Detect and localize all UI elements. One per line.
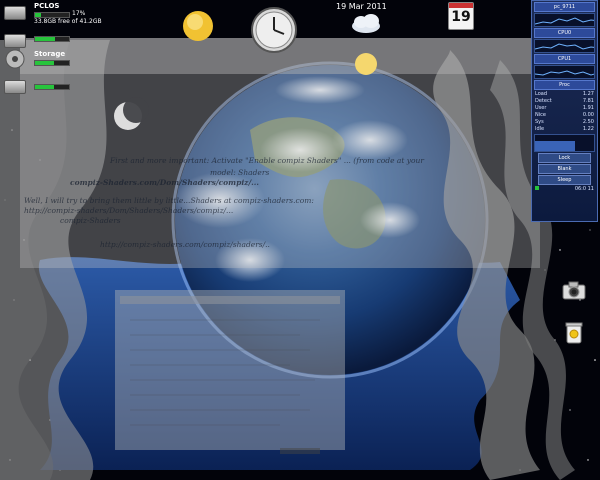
sysmon-title: pc_9711 xyxy=(534,2,595,12)
cpu-graph xyxy=(534,13,595,27)
disk-usage-bar xyxy=(34,36,70,42)
disk-monitor: PCLOS 17% 33.8GB free of 41.2GB xyxy=(4,2,134,28)
clock-icon[interactable] xyxy=(250,6,298,54)
memory-graph xyxy=(534,134,595,152)
document-link[interactable]: compiz-Shaders.com/Dom/Shaders/compiz/..… xyxy=(70,178,259,187)
sysmon-row: Load 1.27 xyxy=(535,91,594,97)
disk-usage-bar xyxy=(34,84,70,90)
disk-monitor: Storage xyxy=(4,48,134,74)
sun-weather-icon[interactable] xyxy=(178,6,218,46)
sleep-button[interactable]: Sleep xyxy=(538,175,591,185)
disk-usage-percent: 17% xyxy=(72,10,86,17)
harddisk-icon xyxy=(4,6,26,20)
cloud-weather-icon[interactable] xyxy=(348,12,384,36)
sysmon-footer: 06:0 11 xyxy=(532,186,597,193)
disk-usage-bar-fill xyxy=(35,37,56,41)
disk-usage-bar-fill xyxy=(35,61,54,65)
status-indicator xyxy=(535,186,539,190)
document-link[interactable]: http://compiz-shaders.com/compiz/shaders… xyxy=(100,240,270,249)
sysmon-row: Detect 7.81 xyxy=(535,98,594,104)
lock-button[interactable]: Lock xyxy=(538,153,591,163)
cpu0-graph xyxy=(534,39,595,53)
desktop: 19 Mar 2011 19 PCLOS 17% 33.8GB free of … xyxy=(0,0,600,480)
disk-name: Storage xyxy=(34,50,66,58)
system-monitor-panel: pc_9711 CPU0 CPU1 Proc Load 1.27 Detect 7.… xyxy=(531,0,598,222)
date-label: 19 Mar 2011 xyxy=(336,2,387,11)
document-text-line: compiz-Shaders xyxy=(60,216,121,225)
calendar-icon[interactable]: 19 xyxy=(448,2,474,30)
sun-weather-icon[interactable] xyxy=(350,48,382,80)
sysmon-row: User 1.91 xyxy=(535,105,594,111)
disk-free-space: 33.8GB free of 41.2GB xyxy=(34,18,102,25)
harddisk-icon xyxy=(4,34,26,48)
disk-usage-bar xyxy=(34,60,70,66)
disk-name: PCLOS xyxy=(34,2,60,10)
cpu1-graph xyxy=(534,65,595,79)
camera-icon[interactable] xyxy=(562,280,586,300)
storage-disk-icon xyxy=(5,49,25,69)
sysmon-section-cpu0: CPU0 xyxy=(534,28,595,38)
document-link[interactable]: http://compiz-shaders/Dom/Shaders/Shader… xyxy=(24,206,233,215)
sysmon-section-proc: Proc xyxy=(534,80,595,90)
sysmon-section-cpu1: CPU1 xyxy=(534,54,595,64)
sysmon-row: Idle 1.22 xyxy=(535,126,594,132)
sysmon-row: Sys 2.50 xyxy=(535,119,594,125)
harddisk-icon xyxy=(4,80,26,94)
disk-usage-bar-fill xyxy=(35,85,54,89)
sysmon-row: Nice 0.00 xyxy=(535,112,594,118)
disk-monitor xyxy=(4,76,134,102)
disk-usage-bar-fill xyxy=(35,13,41,17)
blank-button[interactable]: Blank xyxy=(538,164,591,174)
trash-icon[interactable] xyxy=(564,320,584,344)
document-text-line: First and more important: Activate "Enab… xyxy=(110,156,424,165)
document-text-line: Well, I will try to bring them little by… xyxy=(24,196,314,205)
document-text-line: model: Shaders xyxy=(210,168,270,177)
inner-screenshot-window xyxy=(115,290,345,450)
